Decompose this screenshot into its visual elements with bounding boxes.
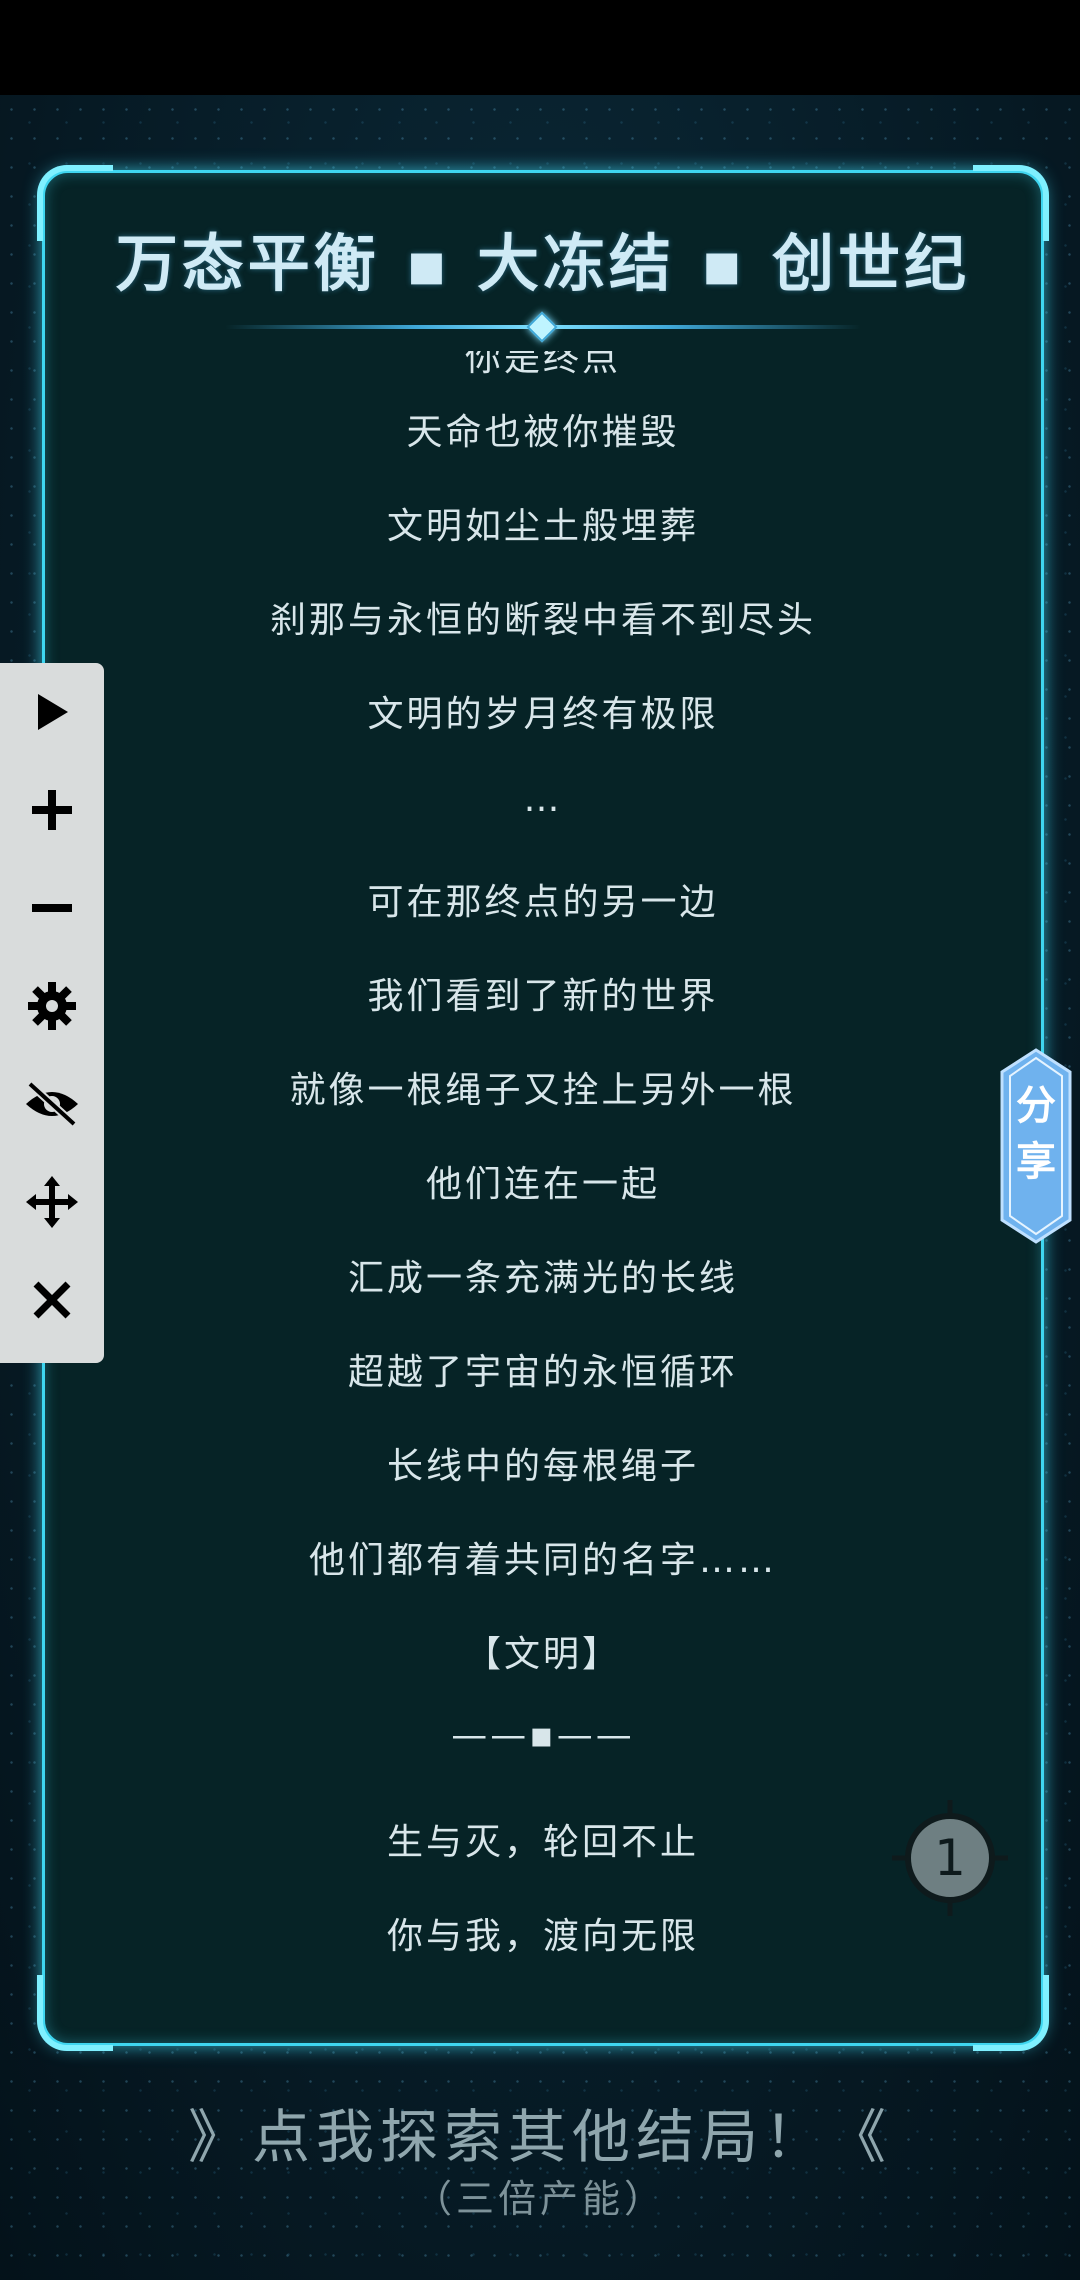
lyric-line: 我们看到了新的世界 — [367, 976, 719, 1017]
plus-icon — [32, 790, 72, 830]
play-button[interactable] — [0, 663, 104, 761]
lyric-line: 刹那与永恒的断裂中看不到尽头 — [269, 600, 816, 641]
lyric-line: 他们连在一起 — [425, 1164, 660, 1205]
move-button[interactable] — [0, 1153, 104, 1251]
gear-icon — [28, 982, 76, 1030]
lyric-line: 超越了宇宙的永恒循环 — [347, 1352, 738, 1393]
divider-gem-icon — [526, 311, 558, 343]
share-button[interactable]: 分享 — [1000, 1048, 1072, 1244]
lyric-line: 文明如尘土般埋葬 — [386, 506, 699, 547]
hide-button[interactable] — [0, 1055, 104, 1153]
lyric-line: 汇成一条充满光的长线 — [347, 1258, 738, 1299]
lyric-line: 就像一根绳子又拴上另外一根 — [289, 1070, 797, 1111]
status-bar — [0, 0, 1080, 95]
zoom-in-button[interactable] — [0, 761, 104, 859]
ending-panel: 万态平衡 ▪ 大冻结 ▪ 创世纪 你是终点 天命也被你摧毁 文明如尘土般埋葬 刹… — [37, 165, 1049, 2051]
minus-icon — [32, 904, 72, 912]
lyrics-scroll-area[interactable]: 你是终点 天命也被你摧毁 文明如尘土般埋葬 刹那与永恒的断裂中看不到尽头 文明的… — [65, 351, 1021, 2013]
page-number: 1 — [934, 1829, 966, 1887]
share-label: 分享 — [1016, 1083, 1056, 1185]
floating-toolbar — [0, 663, 104, 1363]
settings-button[interactable] — [0, 957, 104, 1055]
close-icon — [33, 1281, 71, 1319]
lyric-line: 文明的岁月终有极限 — [367, 694, 719, 735]
lyric-line: 你与我，渡向无限 — [386, 1916, 699, 1957]
move-icon — [26, 1176, 78, 1228]
eye-off-icon — [26, 1081, 78, 1127]
page-marker[interactable]: 1 — [892, 1800, 1008, 1916]
lyric-line: 可在那终点的另一边 — [367, 882, 719, 923]
zoom-out-button[interactable] — [0, 859, 104, 957]
explore-endings-button[interactable]: 》点我探索其他结局！《 — [0, 2090, 1080, 2174]
page-title: 万态平衡 ▪ 大冻结 ▪ 创世纪 — [115, 227, 971, 300]
close-button[interactable] — [0, 1251, 104, 1349]
lyric-line: … — [523, 779, 563, 820]
lyric-line-clipped: 你是终点 — [464, 351, 621, 379]
lyric-line: 他们都有着共同的名字…… — [308, 1540, 777, 1581]
play-icon — [38, 694, 68, 730]
explore-subtitle: （三倍产能） — [413, 2177, 666, 2221]
lyric-line: ——▪—— — [451, 1715, 635, 1756]
lyric-line: 【文明】 — [464, 1634, 621, 1675]
lyric-line: 天命也被你摧毁 — [406, 412, 680, 453]
lyric-line: 生与灭，轮回不止 — [386, 1822, 699, 1863]
lyric-line: 长线中的每根绳子 — [386, 1446, 699, 1487]
